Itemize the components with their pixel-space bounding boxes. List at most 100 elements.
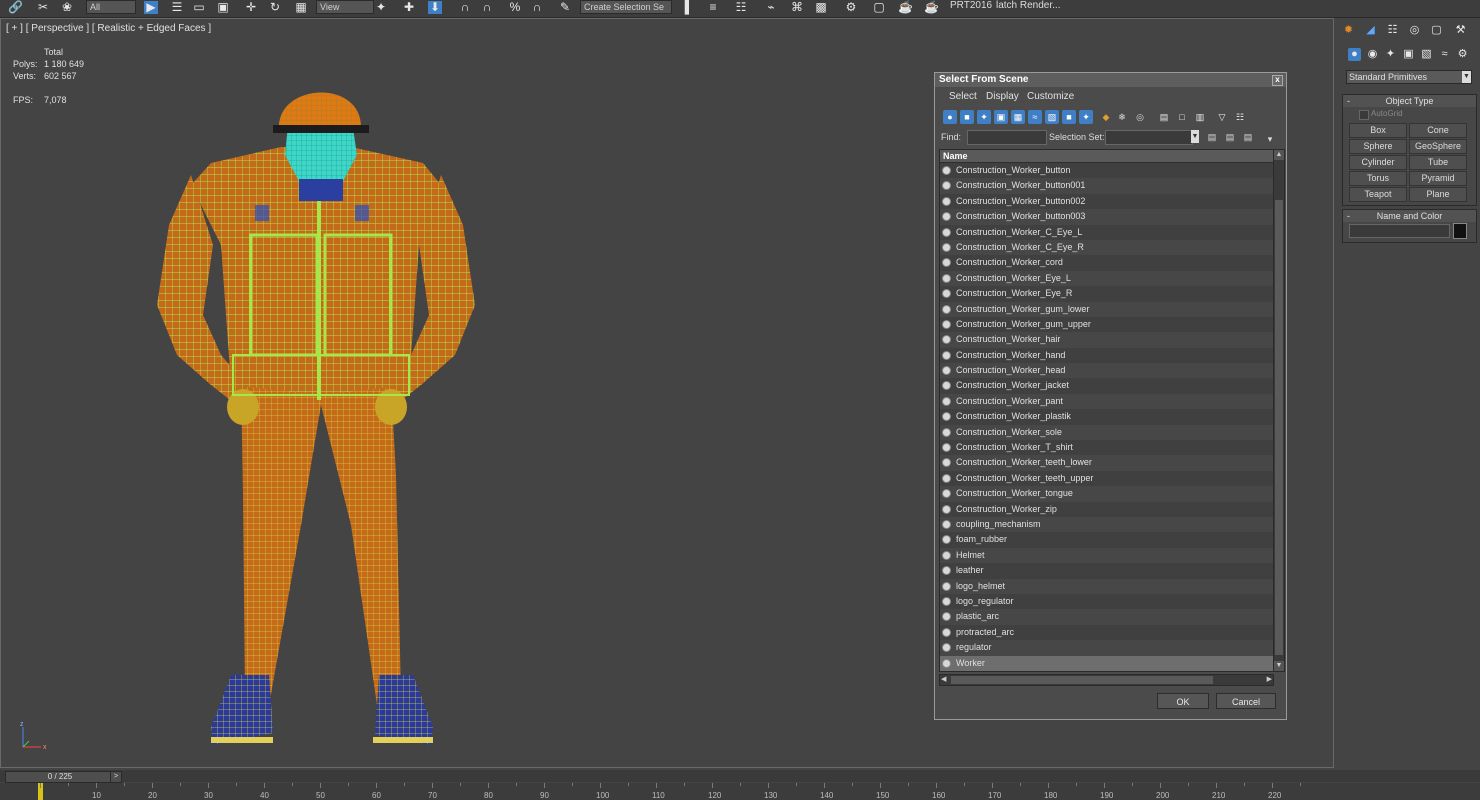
scroll-up-icon[interactable]: ▲ <box>1274 150 1284 160</box>
ok-button[interactable]: OK <box>1157 693 1209 709</box>
time-slider[interactable]: 0 / 225 <box>5 771 115 783</box>
viewport-label[interactable]: [ + ] [ Perspective ] [ Realistic + Edge… <box>6 23 211 34</box>
list-item[interactable]: logo_helmet <box>940 578 1273 594</box>
scale-icon[interactable]: ▦ <box>294 1 308 14</box>
systems-category-icon[interactable]: ⚙ <box>1456 48 1469 61</box>
chevron-down-icon[interactable]: ▼ <box>1191 130 1199 143</box>
named-selection-set-dropdown[interactable]: Create Selection Se <box>580 0 672 14</box>
hierarchy-tab-icon[interactable]: ☷ <box>1386 24 1399 37</box>
display-helpers-icon[interactable]: ▦ <box>1011 110 1025 124</box>
rotate-icon[interactable]: ↻ <box>268 1 282 14</box>
percent-snap-icon[interactable]: % <box>508 1 522 14</box>
selection-set-dropdown[interactable] <box>1105 130 1193 145</box>
list-item[interactable]: Construction_Worker_head <box>940 363 1273 379</box>
display-bones-icon[interactable]: ✦ <box>1079 110 1093 124</box>
select-object-icon[interactable]: ▶ <box>144 1 158 14</box>
display-cameras-icon[interactable]: ▣ <box>994 110 1008 124</box>
keyboard-shortcut-icon[interactable]: ⬇ <box>428 1 442 14</box>
display-frozen-icon[interactable]: ❄ <box>1115 110 1129 124</box>
menu-select[interactable]: Select <box>949 91 977 102</box>
torus-button[interactable]: Torus <box>1349 171 1407 186</box>
utilities-tab-icon[interactable]: ⚒ <box>1454 24 1467 37</box>
cancel-button[interactable]: Cancel <box>1216 693 1276 709</box>
geosphere-button[interactable]: GeoSphere <box>1409 139 1467 154</box>
list-item[interactable]: Construction_Worker_button001 <box>940 178 1273 194</box>
sphere-button[interactable]: Sphere <box>1349 139 1407 154</box>
bind-space-warp-icon[interactable]: ❀ <box>60 1 74 14</box>
scroll-right-icon[interactable]: ▶ <box>1267 675 1272 683</box>
dialog-title-bar[interactable]: Select From Scene x <box>935 73 1286 87</box>
list-item[interactable]: Construction_Worker_gum_lower <box>940 301 1273 317</box>
scroll-left-icon[interactable]: ◀ <box>941 675 946 683</box>
list-item[interactable]: Construction_Worker_button <box>940 163 1273 179</box>
list-item[interactable]: coupling_mechanism <box>940 516 1273 533</box>
batch-render-button[interactable]: latch Render... <box>996 0 1060 14</box>
spinner-snap-icon[interactable]: ∩ <box>530 1 544 14</box>
list-item[interactable]: Construction_Worker_hair <box>940 332 1273 348</box>
scroll-thumb[interactable] <box>1275 200 1283 655</box>
list-item[interactable]: Construction_Worker_teeth_upper <box>940 470 1273 487</box>
display-groups-icon[interactable]: ▧ <box>1045 110 1059 124</box>
display-xrefs-icon[interactable]: ■ <box>1062 110 1076 124</box>
list-item[interactable]: Construction_Worker_plastik <box>940 409 1273 425</box>
find-input[interactable] <box>967 130 1047 145</box>
curve-editor-icon[interactable]: ⌁ <box>764 1 778 14</box>
pyramid-button[interactable]: Pyramid <box>1409 171 1467 186</box>
window-crossing-icon[interactable]: ▣ <box>216 1 230 14</box>
select-manipulate-icon[interactable]: ✚ <box>402 1 416 14</box>
cameras-category-icon[interactable]: ▣ <box>1402 48 1415 61</box>
name-and-color-header[interactable]: - Name and Color <box>1343 210 1476 222</box>
list-item[interactable]: Construction_Worker_tongue <box>940 486 1273 502</box>
hierarchy-filter-icon[interactable]: ☷ <box>1233 110 1247 124</box>
cylinder-button[interactable]: Cylinder <box>1349 155 1407 170</box>
unlink-icon[interactable]: ✂ <box>36 1 50 14</box>
display-shapes-icon[interactable]: ■ <box>960 110 974 124</box>
link-icon[interactable]: 🔗 <box>8 1 23 14</box>
display-containers-icon[interactable]: ◆ <box>1099 110 1113 124</box>
select-none-icon[interactable]: □ <box>1175 110 1189 124</box>
select-by-name-icon[interactable]: ☰ <box>170 1 184 14</box>
category-dropdown[interactable]: Standard Primitives ▼ <box>1346 70 1472 84</box>
material-editor-icon[interactable]: ▩ <box>814 1 828 14</box>
horizontal-scroll-thumb[interactable] <box>951 676 1213 684</box>
select-all-icon[interactable]: ▤ <box>1157 110 1171 124</box>
column-header-name[interactable]: Name <box>940 150 1273 163</box>
render-iterative-icon[interactable]: ☕ <box>924 1 939 14</box>
track-bar[interactable]: 10 20 30 40 50 60 70 80 90 100 110 120 130 140 150 160 1… <box>0 783 1480 800</box>
list-item[interactable]: Construction_Worker_teeth_lower <box>940 455 1273 471</box>
move-icon[interactable]: ✛ <box>244 1 258 14</box>
schematic-view-icon[interactable]: ⌘ <box>790 1 804 14</box>
pivot-icon[interactable]: ✦ <box>374 1 388 14</box>
close-icon[interactable]: x <box>1272 75 1283 86</box>
mirror-icon[interactable]: ▌ <box>682 1 696 14</box>
display-tab-icon[interactable]: ▢ <box>1430 24 1443 37</box>
list-item[interactable]: Construction_Worker_jacket <box>940 378 1273 394</box>
scroll-down-icon[interactable]: ▼ <box>1274 661 1284 671</box>
selection-filter-dropdown[interactable]: All <box>86 0 136 14</box>
modify-tab-icon[interactable]: ◢ <box>1364 24 1377 37</box>
plane-button[interactable]: Plane <box>1409 187 1467 202</box>
list-item[interactable]: Construction_Worker_cord <box>940 255 1273 271</box>
construction-worker-model[interactable] <box>151 55 491 745</box>
chevron-down-icon[interactable]: ▼ <box>1462 71 1471 83</box>
selection-set-remove-icon[interactable]: ▤ <box>1223 130 1237 144</box>
rendered-frame-window-icon[interactable]: ▢ <box>872 1 886 14</box>
list-item[interactable]: Construction_Worker_C_Eye_R <box>940 239 1273 256</box>
create-tab-icon[interactable]: ✹ <box>1342 24 1355 37</box>
angle-snap-icon[interactable]: ∩ <box>480 1 494 14</box>
list-item[interactable]: protracted_arc <box>940 624 1273 641</box>
teapot-button[interactable]: Teapot <box>1349 187 1407 202</box>
next-frame-button[interactable]: > <box>110 771 122 783</box>
layer-manager-icon[interactable]: ☷ <box>734 1 748 14</box>
align-icon[interactable]: ≡ <box>706 1 720 14</box>
list-item[interactable]: foam_rubber <box>940 532 1273 548</box>
display-spacewarps-icon[interactable]: ≈ <box>1028 110 1042 124</box>
object-color-swatch[interactable] <box>1453 223 1467 239</box>
shapes-category-icon[interactable]: ◉ <box>1366 48 1379 61</box>
list-item[interactable]: Construction_Worker_sole <box>940 424 1273 441</box>
list-item[interactable]: leather <box>940 563 1273 579</box>
autogrid-checkbox[interactable]: AutoGrid <box>1359 109 1403 120</box>
list-item[interactable]: Construction_Worker_button003 <box>940 209 1273 225</box>
list-item[interactable]: Construction_Worker_Eye_L <box>940 270 1273 287</box>
box-button[interactable]: Box <box>1349 123 1407 138</box>
